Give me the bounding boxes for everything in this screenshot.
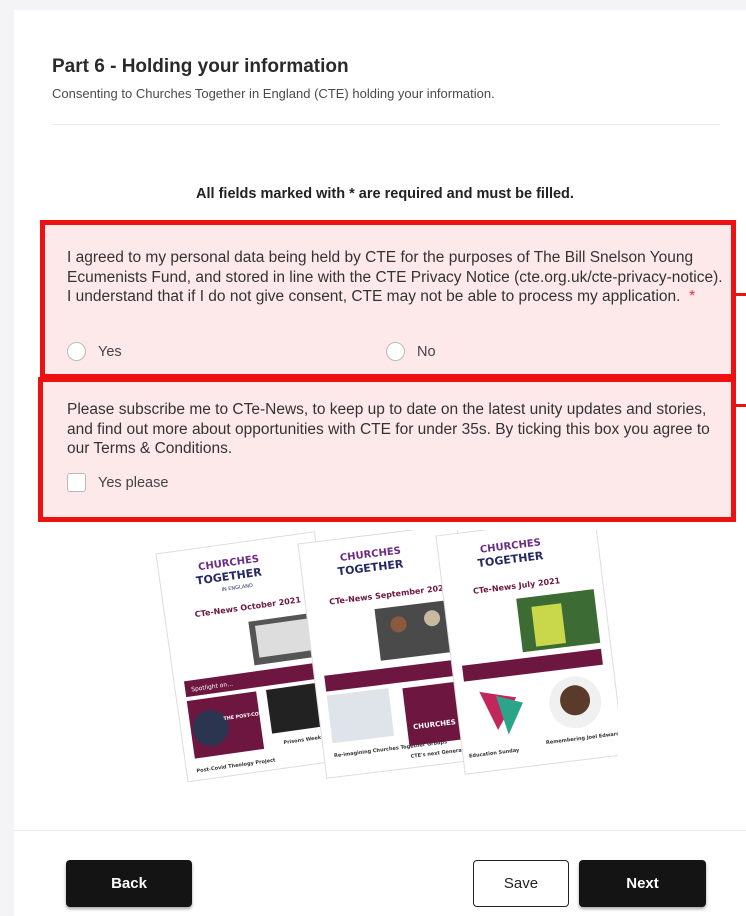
no-radio[interactable]	[386, 342, 405, 361]
newsletter-image: CHURCHES TOGETHER IN ENGLAND CTe-News Oc…	[155, 530, 618, 783]
section-header: Part 6 - Holding your information Consen…	[52, 56, 495, 101]
photo-jacket	[531, 603, 567, 647]
header-divider	[52, 124, 720, 125]
required-asterisk: *	[689, 288, 696, 305]
subscribe-checkbox[interactable]	[67, 473, 86, 492]
footer-divider	[14, 830, 746, 831]
consent-option-no[interactable]: No	[386, 342, 436, 361]
back-button[interactable]: Back	[66, 860, 192, 907]
subscribe-checkbox-label: Yes please	[98, 474, 169, 491]
subscribe-field: Please subscribe me to CTe-News, to keep…	[38, 377, 736, 522]
photo-faces	[326, 688, 395, 744]
subscribe-text: Please subscribe me to CTe-News, to keep…	[67, 401, 710, 457]
next-button[interactable]: Next	[579, 860, 706, 907]
consent-option-yes[interactable]: Yes	[67, 342, 122, 361]
annotation-connector	[736, 404, 746, 407]
annotation-connector	[736, 293, 746, 296]
yes-radio[interactable]	[67, 342, 86, 361]
subscribe-option[interactable]: Yes please	[67, 473, 168, 492]
page-title: Part 6 - Holding your information	[52, 56, 349, 77]
page-subtitle: Consenting to Churches Together in Engla…	[52, 86, 495, 101]
consent-text: I agreed to my personal data being held …	[67, 249, 723, 305]
consent-field: I agreed to my personal data being held …	[40, 220, 736, 379]
save-button[interactable]: Save	[473, 860, 569, 907]
newsletter-page-july: CHURCHES TOGETHER CTe-News July 2021 Edu…	[435, 530, 618, 775]
no-label: No	[417, 343, 436, 360]
consent-question: I agreed to my personal data being held …	[67, 248, 727, 307]
required-fields-note: All fields marked with * are required an…	[196, 186, 574, 202]
yes-label: Yes	[98, 343, 122, 360]
